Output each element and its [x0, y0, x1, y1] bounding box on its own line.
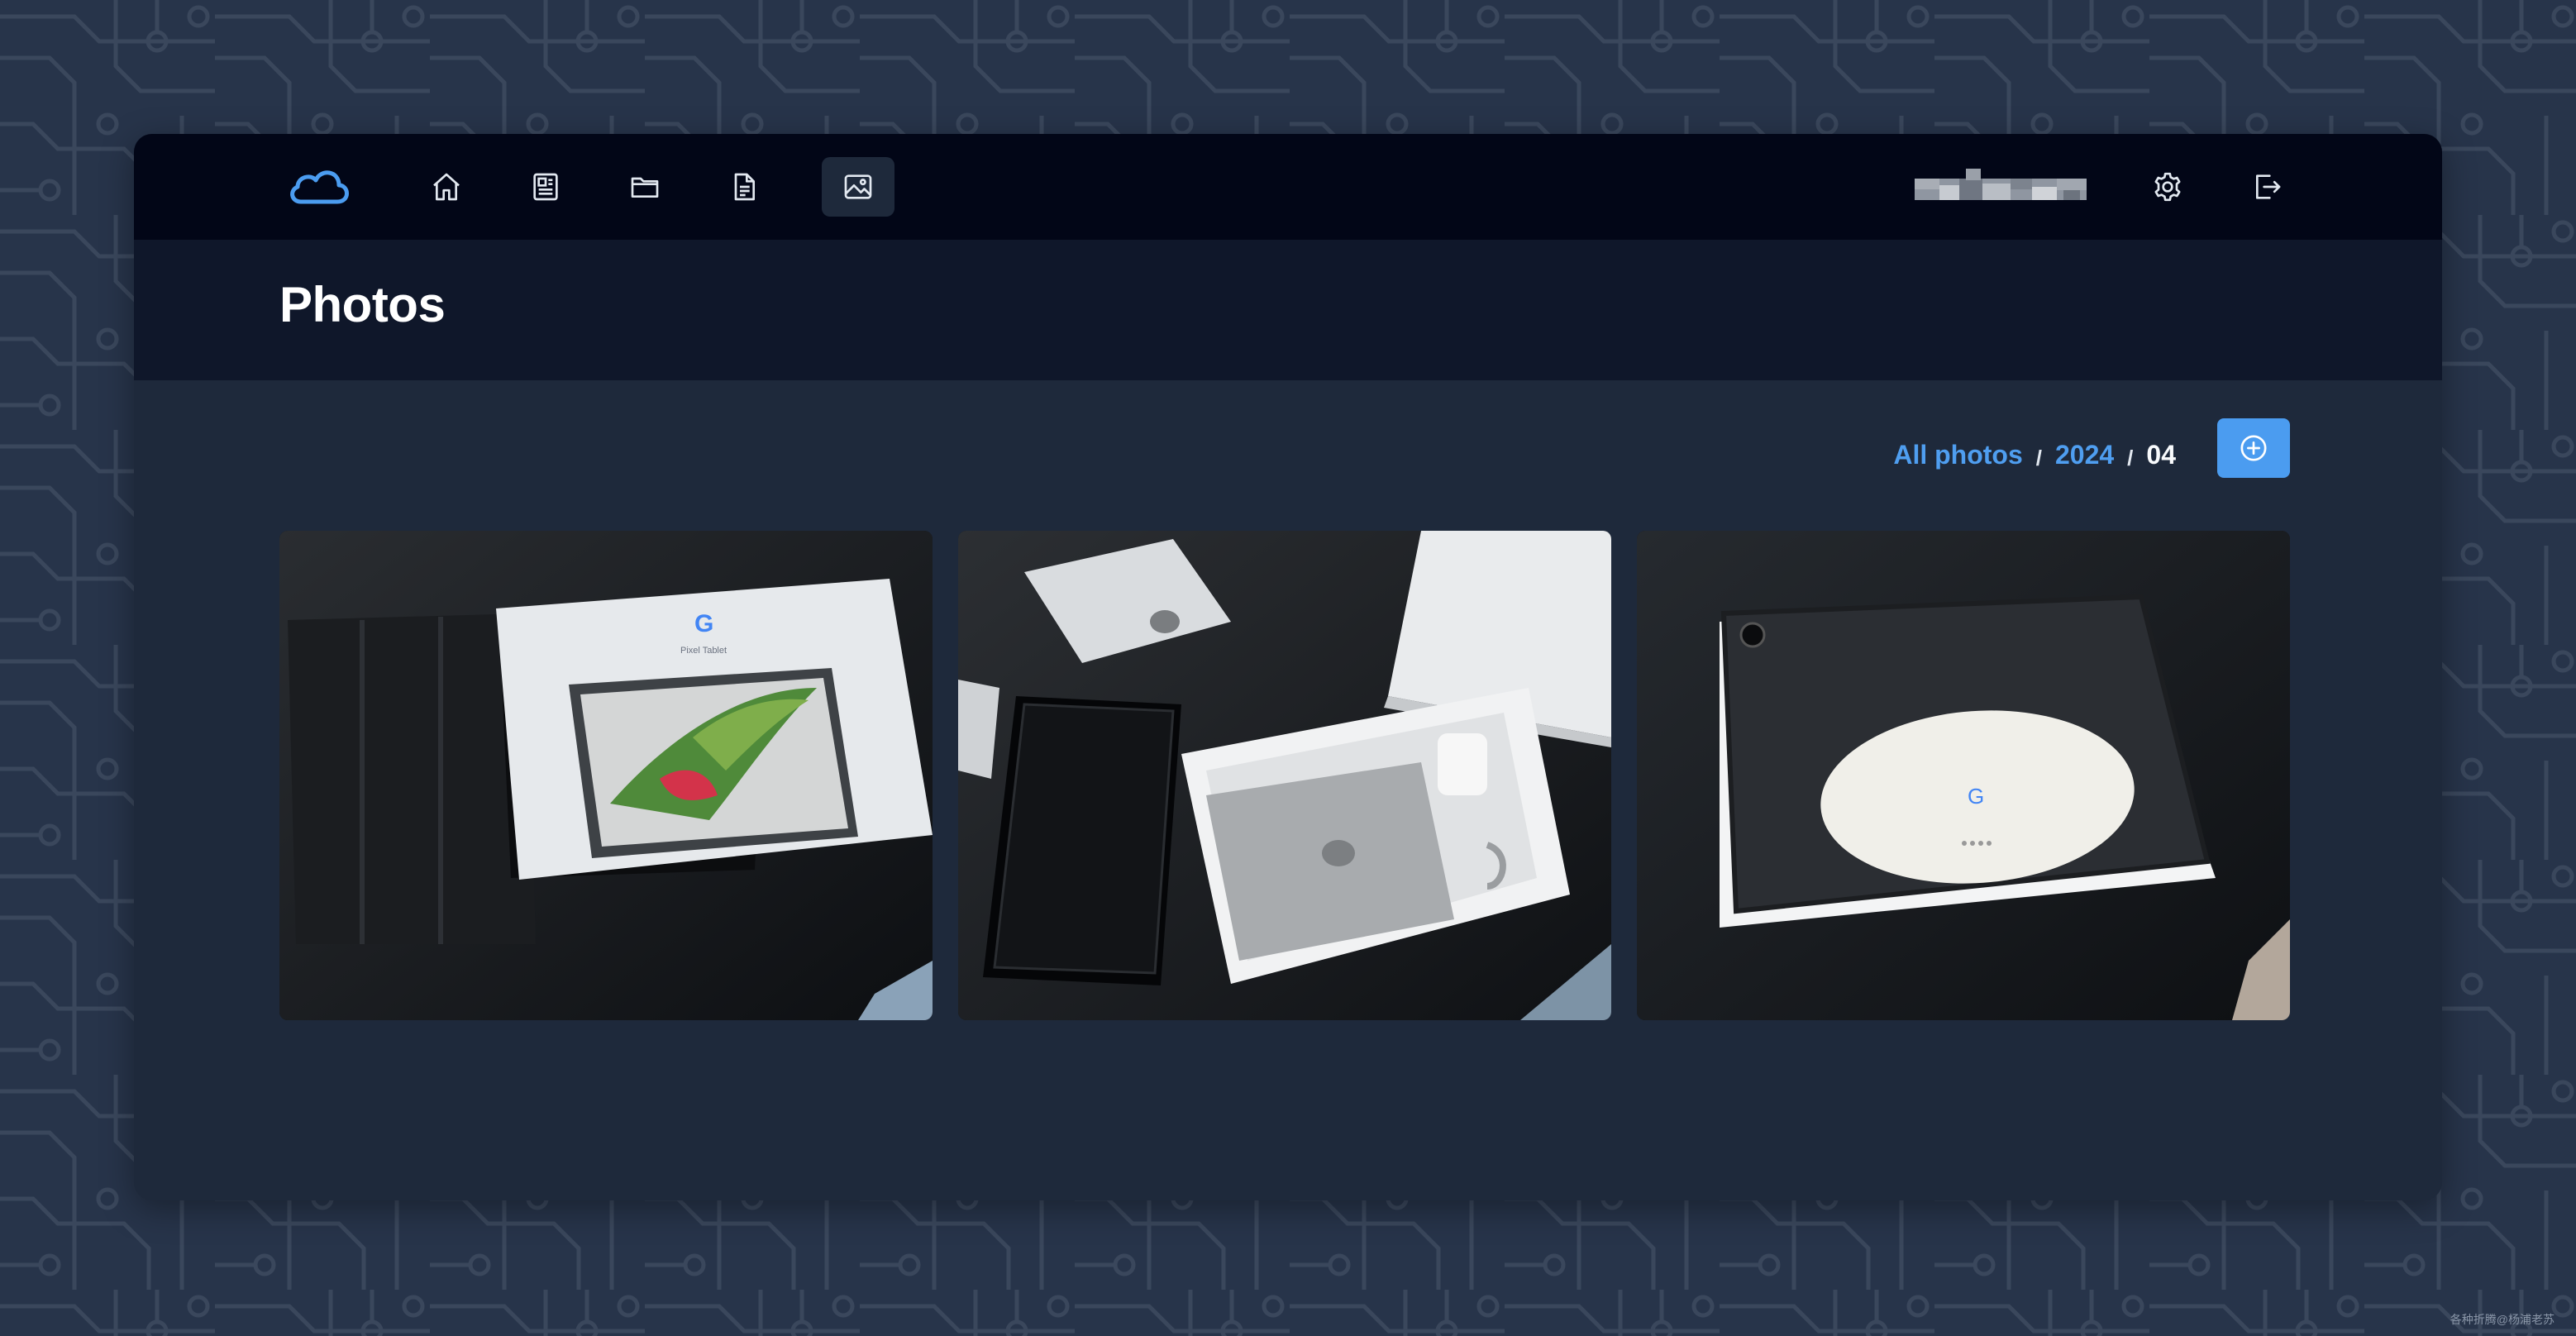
user-name-redacted — [1915, 169, 2087, 200]
breadcrumb-year[interactable]: 2024 — [2055, 440, 2114, 470]
plus-circle-icon — [2240, 435, 2267, 461]
nav-files-button[interactable] — [608, 157, 681, 217]
breadcrumb-separator: / — [2035, 445, 2042, 470]
app-window: Photos All photos / 2024 / 04 G Pixel Ta… — [134, 134, 2442, 1200]
page-header: Photos — [134, 240, 2442, 380]
nav-news-button[interactable] — [509, 157, 582, 217]
gear-icon — [2154, 172, 2181, 202]
document-icon — [734, 173, 755, 201]
logout-button[interactable] — [2237, 157, 2297, 217]
nav-documents-button[interactable] — [708, 157, 780, 217]
svg-text:G: G — [694, 610, 713, 637]
breadcrumb-all-photos[interactable]: All photos — [1893, 440, 2022, 470]
top-nav-bar — [134, 134, 2442, 240]
page-title: Photos — [279, 277, 446, 332]
photo-thumbnail[interactable] — [958, 531, 1611, 1020]
folder-icon — [631, 177, 659, 198]
settings-button[interactable] — [2138, 157, 2197, 217]
watermark: 各种折腾@杨浦老苏 — [2450, 1313, 2555, 1326]
photo-thumbnail[interactable]: G — [1637, 531, 2290, 1020]
photo-tablet-box: G Pixel Tablet — [279, 531, 933, 1020]
logout-icon — [2256, 174, 2281, 199]
nav-photos-button[interactable] — [822, 157, 894, 217]
photo-thumbnail[interactable]: G Pixel Tablet — [279, 531, 933, 1020]
home-icon — [433, 173, 460, 201]
photo-tablet-dock: G — [1637, 531, 2290, 1020]
nav-home-button[interactable] — [410, 157, 483, 217]
photo-box-contents — [958, 531, 1611, 1020]
newspaper-icon — [533, 173, 558, 201]
breadcrumb-separator: / — [2127, 445, 2134, 470]
svg-text:G: G — [1968, 784, 1984, 809]
cloud-icon[interactable] — [286, 164, 352, 210]
image-icon — [844, 174, 872, 199]
breadcrumb: All photos / 2024 / 04 — [1893, 430, 2176, 480]
photo-grid: G Pixel Tablet G — [279, 531, 2290, 1020]
add-photo-button[interactable] — [2217, 418, 2290, 478]
breadcrumb-month: 04 — [2146, 439, 2176, 470]
svg-text:Pixel Tablet: Pixel Tablet — [680, 646, 727, 656]
